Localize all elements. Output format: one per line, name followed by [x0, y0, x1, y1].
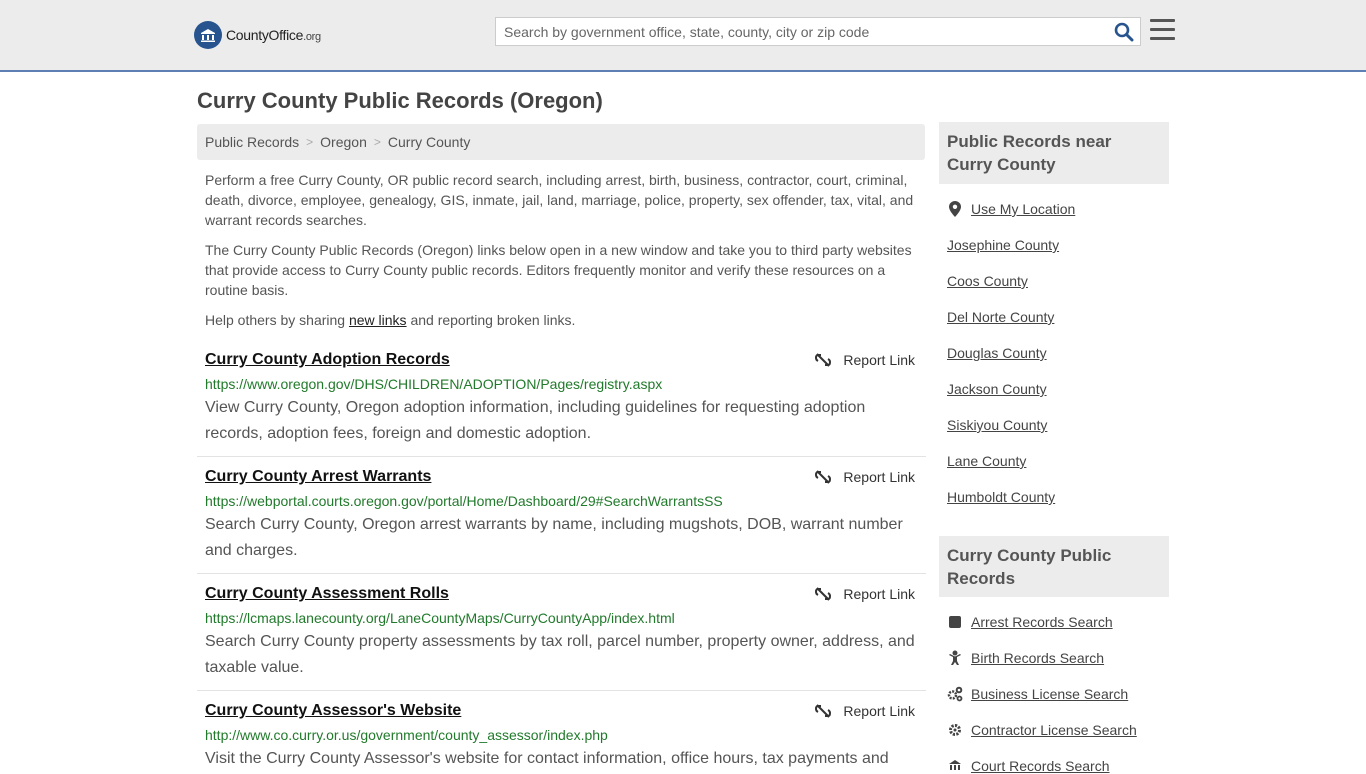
intro-paragraph: Perform a free Curry County, OR public r…	[205, 172, 914, 228]
chevron-right-icon: >	[306, 135, 314, 149]
record-item: Curry County Assessment Rolls Report Lin…	[197, 585, 926, 691]
breadcrumb-public-records[interactable]: Public Records	[205, 134, 299, 150]
help-paragraph: Help others by sharing new links and rep…	[205, 312, 576, 328]
nearby-county-link[interactable]: Coos County	[947, 273, 1028, 289]
record-title-link[interactable]: Curry County Adoption Records	[205, 351, 450, 369]
baby-icon	[947, 650, 963, 666]
sidebar-record-link[interactable]: Business License Search	[947, 686, 1128, 702]
record-description: View Curry County, Oregon adoption infor…	[205, 399, 866, 442]
record-description: Visit the Curry County Assessor's websit…	[205, 750, 889, 767]
record-item: Curry County Adoption Records Report Lin…	[197, 351, 926, 457]
report-link-button[interactable]: Report Link	[815, 469, 915, 485]
broken-link-icon	[815, 470, 832, 484]
logo-text: CountyOffice.org	[226, 27, 321, 43]
record-url: https://webportal.courts.oregon.gov/port…	[205, 493, 723, 509]
broken-link-icon	[815, 704, 832, 718]
sidebar-record-link[interactable]: Arrest Records Search	[947, 614, 1113, 630]
courthouse-icon	[947, 758, 963, 774]
sidebar-record-link[interactable]: Contractor License Search	[947, 722, 1137, 738]
chevron-right-icon: >	[373, 135, 381, 149]
map-pin-icon	[947, 201, 963, 217]
nearby-county-link[interactable]: Humboldt County	[947, 489, 1055, 505]
record-url: https://www.oregon.gov/DHS/CHILDREN/ADOP…	[205, 376, 663, 392]
nearby-county-link[interactable]: Josephine County	[947, 237, 1059, 253]
report-link-button[interactable]: Report Link	[815, 703, 915, 719]
record-description: Search Curry County, Oregon arrest warra…	[205, 516, 903, 559]
report-link-button[interactable]: Report Link	[815, 352, 915, 368]
record-url: http://www.co.curry.or.us/government/cou…	[205, 727, 608, 743]
gears-icon	[947, 686, 963, 702]
site-logo[interactable]: CountyOffice.org	[194, 21, 321, 49]
sidebar-record-link[interactable]: Court Records Search	[947, 758, 1110, 774]
record-item: Curry County Assessor's Website Report L…	[197, 702, 926, 768]
hamburger-menu-icon[interactable]	[1150, 19, 1175, 43]
record-title-link[interactable]: Curry County Assessor's Website	[205, 702, 461, 720]
record-url: https://lcmaps.lanecounty.org/LaneCounty…	[205, 610, 675, 626]
search-input[interactable]	[496, 18, 1106, 45]
broken-link-icon	[815, 587, 832, 601]
use-my-location-link[interactable]: Use My Location	[947, 201, 1075, 217]
nearby-county-link[interactable]: Del Norte County	[947, 309, 1054, 325]
record-title-link[interactable]: Curry County Arrest Warrants	[205, 468, 431, 486]
nearby-county-link[interactable]: Lane County	[947, 453, 1026, 469]
page-title: Curry County Public Records (Oregon)	[197, 88, 603, 113]
breadcrumb-oregon[interactable]: Oregon	[320, 134, 367, 150]
county-records-heading: Curry County Public Records	[939, 536, 1169, 597]
nearby-county-link[interactable]: Douglas County	[947, 345, 1047, 361]
site-header: CountyOffice.org	[0, 0, 1366, 72]
report-link-button[interactable]: Report Link	[815, 586, 915, 602]
square-icon	[947, 614, 963, 630]
new-links-link[interactable]: new links	[349, 312, 407, 328]
record-title-link[interactable]: Curry County Assessment Rolls	[205, 585, 449, 603]
breadcrumb-curry-county[interactable]: Curry County	[388, 134, 470, 150]
broken-link-icon	[815, 353, 832, 367]
search-icon[interactable]	[1114, 22, 1134, 42]
record-description: Search Curry County property assessments…	[205, 633, 915, 676]
disclaimer-paragraph: The Curry County Public Records (Oregon)…	[205, 242, 912, 298]
breadcrumb: Public Records > Oregon > Curry County	[197, 124, 925, 160]
record-item: Curry County Arrest Warrants Report Link…	[197, 468, 926, 574]
sidebar-record-link[interactable]: Birth Records Search	[947, 650, 1104, 666]
nearby-county-link[interactable]: Jackson County	[947, 381, 1047, 397]
search-box	[495, 17, 1141, 46]
nearby-heading: Public Records near Curry County	[939, 122, 1169, 184]
gear-icon	[947, 722, 963, 738]
logo-seal-icon	[194, 21, 222, 49]
nearby-county-link[interactable]: Siskiyou County	[947, 417, 1047, 433]
